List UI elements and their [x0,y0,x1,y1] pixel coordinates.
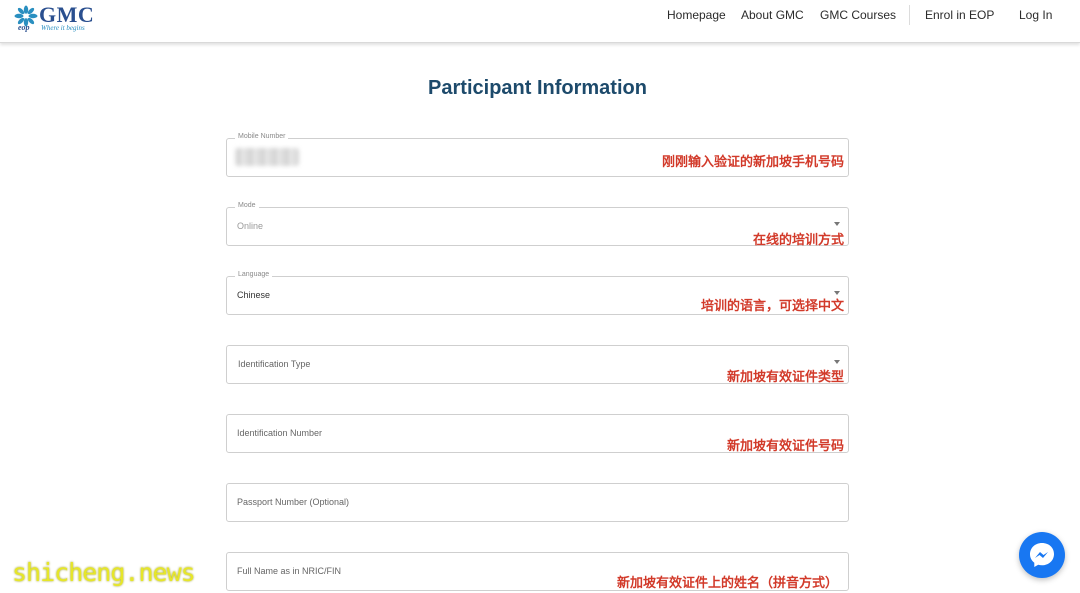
annotation-language: 培训的语言，可选择中文 [700,298,844,313]
passport-number-input[interactable]: Passport Number (Optional) [226,483,849,522]
language-select[interactable]: Language Chinese 培训的语言，可选择中文 [226,271,849,315]
site-header: GMC eop Where it begins Homepage About G… [0,0,1080,43]
full-name-placeholder: Full Name as in NRIC/FIN [237,566,342,576]
chevron-down-icon [834,360,840,364]
messenger-chat-button[interactable] [1019,532,1065,578]
language-label: Language [235,271,273,278]
identification-number-placeholder: Identification Number [237,428,323,438]
logo-tagline: Where it begins [41,24,85,32]
identification-number-input[interactable]: Identification Number 新加坡有效证件号码 [226,414,849,453]
nav-enrol-eop[interactable]: Enrol in EOP [925,8,994,22]
nav-gmc-courses[interactable]: GMC Courses [820,8,896,22]
annotation-mode: 在线的培训方式 [752,232,844,247]
nav-log-in[interactable]: Log In [1019,8,1052,22]
watermark: shicheng.news [12,558,196,587]
mode-value: Online [237,221,264,231]
mode-select[interactable]: Mode Online 在线的培训方式 [226,202,849,247]
page-title: Participant Information [428,77,647,99]
passport-number-placeholder: Passport Number (Optional) [237,497,350,507]
nav-divider [909,5,910,25]
mobile-number-field[interactable]: Mobile Number 刚刚输入验证的新加坡手机号码 [226,133,849,177]
mobile-number-label: Mobile Number [235,133,289,140]
chevron-down-icon [834,222,840,226]
annotation-id-number: 新加坡有效证件号码 [726,438,844,453]
identification-type-placeholder: Identification Type [238,359,311,369]
annotation-full-name: 新加坡有效证件上的姓名（拼音方式） [616,575,838,590]
language-value: Chinese [237,290,271,300]
annotation-id-type: 新加坡有效证件类型 [726,369,844,384]
blurred-phone-value [235,148,299,166]
nav-homepage[interactable]: Homepage [667,8,726,22]
gmc-logo[interactable]: GMC eop Where it begins [12,2,112,38]
nav-about-gmc[interactable]: About GMC [741,8,804,22]
logo-sub: eop [18,23,30,32]
identification-type-select[interactable]: Identification Type 新加坡有效证件类型 [226,345,849,384]
annotation-mobile: 刚刚输入验证的新加坡手机号码 [661,154,844,169]
mode-label: Mode [235,202,259,209]
messenger-icon [1030,543,1054,567]
full-name-input[interactable]: Full Name as in NRIC/FIN 新加坡有效证件上的姓名（拼音方… [226,552,849,591]
